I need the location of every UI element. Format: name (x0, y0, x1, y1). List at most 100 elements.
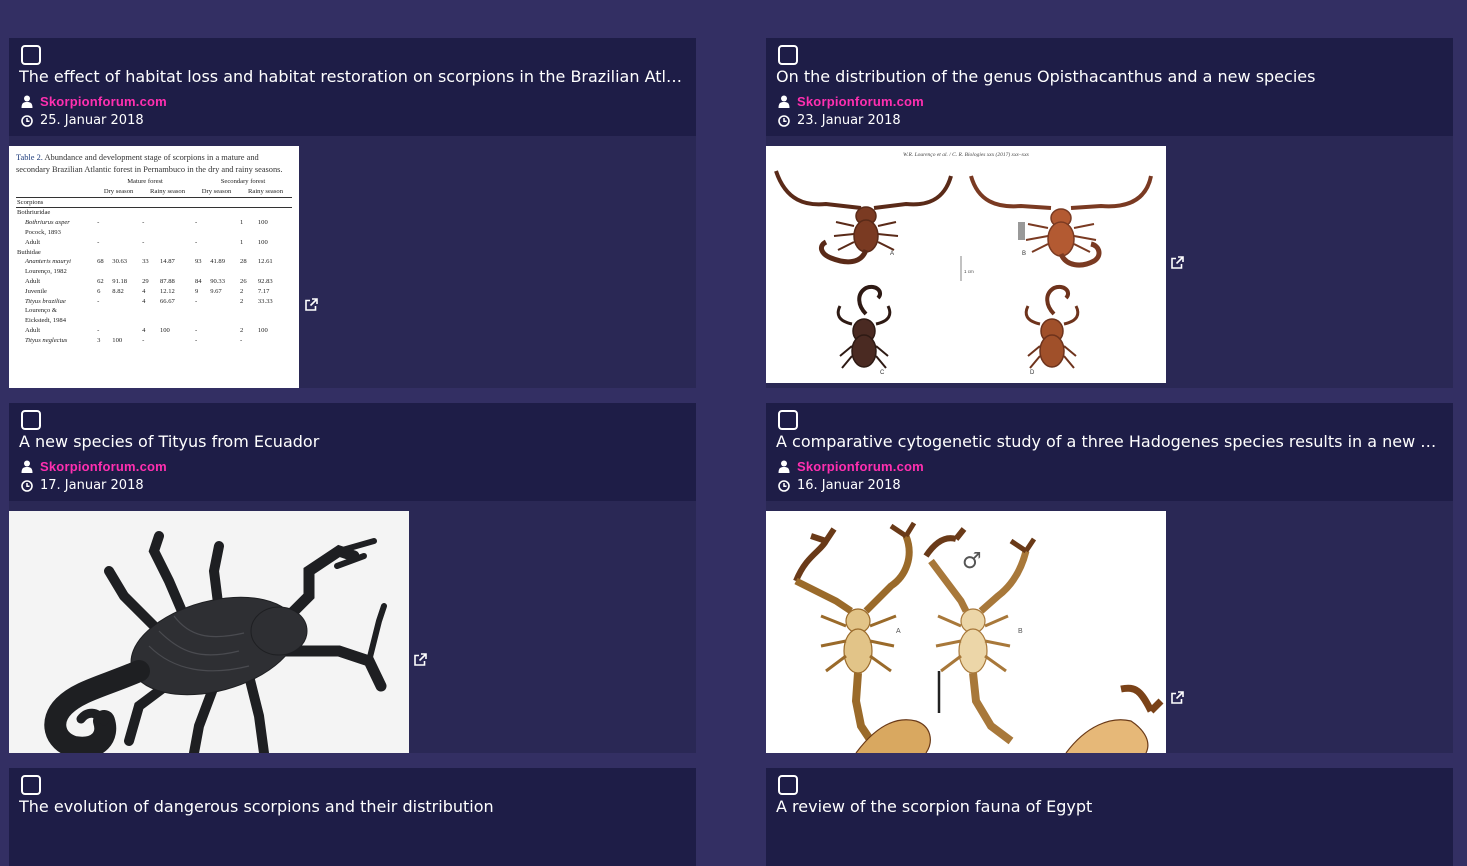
author-link[interactable]: Skorpionforum.com (797, 459, 924, 474)
table-cell: Buthidae (17, 248, 41, 256)
table-row: Adult - 4 100 - 2 100 (16, 326, 292, 336)
table-cell (141, 207, 159, 219)
table-cell: 30.63 (112, 258, 128, 266)
table-cell (194, 196, 210, 208)
post-title[interactable]: The evolution of dangerous scorpions and… (19, 797, 687, 817)
clock-icon (21, 479, 33, 492)
table-row: Eickstedt, 1984 (16, 316, 292, 326)
table-row: Buthidae (16, 248, 292, 258)
author-link[interactable]: Skorpionforum.com (40, 94, 167, 109)
table-col-label: Scorpions (16, 196, 97, 208)
table-cell: 66.67 (159, 297, 175, 305)
post-title[interactable]: A review of the scorpion fauna of Egypt (776, 797, 1444, 817)
select-checkbox[interactable] (21, 45, 41, 65)
table-cell (257, 248, 292, 258)
clock-icon (778, 114, 790, 127)
table-cell: Bothriuridae (16, 207, 97, 219)
table-cell: 68 (97, 258, 104, 266)
post-card-header: A comparative cytogenetic study of a thr… (766, 403, 1453, 501)
select-checkbox[interactable] (778, 410, 798, 430)
table-cell: 84 (195, 277, 202, 285)
select-checkbox[interactable] (21, 410, 41, 430)
table-cell: 3 (97, 336, 101, 344)
post-card-header: A review of the scorpion fauna of Egypt (766, 768, 1453, 866)
table-cell (257, 316, 292, 326)
date-text: 16. Januar 2018 (797, 478, 901, 493)
table-cell: Lourenço, 1982 (25, 268, 67, 276)
post-card: The evolution of dangerous scorpions and… (9, 768, 696, 866)
post-thumbnail[interactable] (9, 511, 409, 753)
select-checkbox[interactable] (778, 775, 798, 795)
table-group-heading: Secondary forest (220, 178, 266, 185)
post-thumbnail[interactable]: A ♂ B (766, 511, 1166, 753)
author-link[interactable]: Skorpionforum.com (797, 94, 924, 109)
plate-label-c: C (880, 370, 885, 376)
table-col-label-row: Scorpions (16, 196, 292, 208)
table-cell (159, 238, 194, 248)
select-checkbox[interactable] (778, 45, 798, 65)
user-icon (21, 460, 33, 473)
data-table: Mature forest Secondary forest Dry season R… (16, 177, 292, 346)
table-cell (256, 207, 292, 219)
table-cell (209, 316, 239, 326)
table-cell (96, 207, 112, 219)
table-cell (111, 228, 141, 238)
table-cell (16, 187, 96, 197)
table-cell (111, 326, 141, 336)
post-thumbnail[interactable]: Table 2. Abundance and development stage… (9, 146, 299, 388)
table-cell (194, 267, 209, 277)
table-cell: 100 (257, 219, 268, 227)
table-cell: 93 (195, 258, 202, 266)
table-cell: 12.12 (159, 287, 175, 295)
external-link-icon[interactable] (413, 653, 427, 667)
table-cell: - (195, 238, 198, 246)
post-title[interactable]: On the distribution of the genus Opistha… (776, 67, 1444, 87)
table-cell (257, 228, 292, 238)
table-cell (111, 297, 141, 307)
male-symbol: ♂ (962, 549, 982, 574)
post-author: Skorpionforum.com (21, 459, 167, 474)
scorpion-specimen-d (1024, 285, 1080, 369)
table-row: Adult - - - 1 100 (16, 238, 292, 248)
external-link-icon[interactable] (1170, 691, 1184, 705)
table-cell (209, 218, 239, 228)
author-link[interactable]: Skorpionforum.com (40, 459, 167, 474)
post-author: Skorpionforum.com (21, 94, 167, 109)
table-row: Juvenile 6 8.82 4 12.12 9 9.67 2 7.17 (16, 287, 292, 297)
table-cell (239, 316, 257, 326)
table-cell (96, 196, 112, 208)
post-card-header: The evolution of dangerous scorpions and… (9, 768, 696, 866)
table-cell (257, 267, 292, 277)
clock-icon (778, 479, 790, 492)
table-cell: 91.18 (112, 277, 128, 285)
post-title[interactable]: The effect of habitat loss and habitat r… (19, 67, 687, 87)
table-cell: - (195, 297, 198, 305)
table-cell: 9 (195, 287, 199, 295)
table-group-heading: Mature forest (127, 178, 163, 185)
scorpion-plate-figure: W.R. Lourenço et al. / C. R. Biologies x… (774, 151, 1153, 376)
table-cell (209, 207, 240, 219)
table-row: Tityus braziliae - 4 66.67 - 2 33.33 (16, 297, 292, 307)
table-cell (209, 238, 239, 248)
post-title[interactable]: A new species of Tityus from Ecuador (19, 432, 687, 452)
post-thumbnail[interactable]: W.R. Lourenço et al. / C. R. Biologies x… (766, 146, 1166, 383)
table-cell (209, 267, 239, 277)
external-link-icon[interactable] (1170, 256, 1184, 270)
table-cell: 1 (240, 238, 244, 246)
post-card: A comparative cytogenetic study of a thr… (766, 403, 1453, 753)
table-season-heading: Rainy season (150, 187, 186, 195)
external-link-icon[interactable] (304, 298, 318, 312)
date-text: 25. Januar 2018 (40, 113, 144, 128)
table-cell: 6 (97, 287, 101, 295)
post-date: 16. Januar 2018 (778, 478, 901, 493)
table-cell (239, 267, 257, 277)
table-cell (159, 336, 194, 346)
table-row: Lourenço, 1982 (16, 267, 292, 277)
table-cell: 7.17 (257, 287, 270, 295)
post-title[interactable]: A comparative cytogenetic study of a thr… (776, 432, 1444, 452)
table-cell (159, 248, 194, 258)
select-checkbox[interactable] (21, 775, 41, 795)
post-author: Skorpionforum.com (778, 459, 924, 474)
table-cell (209, 326, 239, 336)
table-row: Bothriuridae (16, 207, 292, 219)
